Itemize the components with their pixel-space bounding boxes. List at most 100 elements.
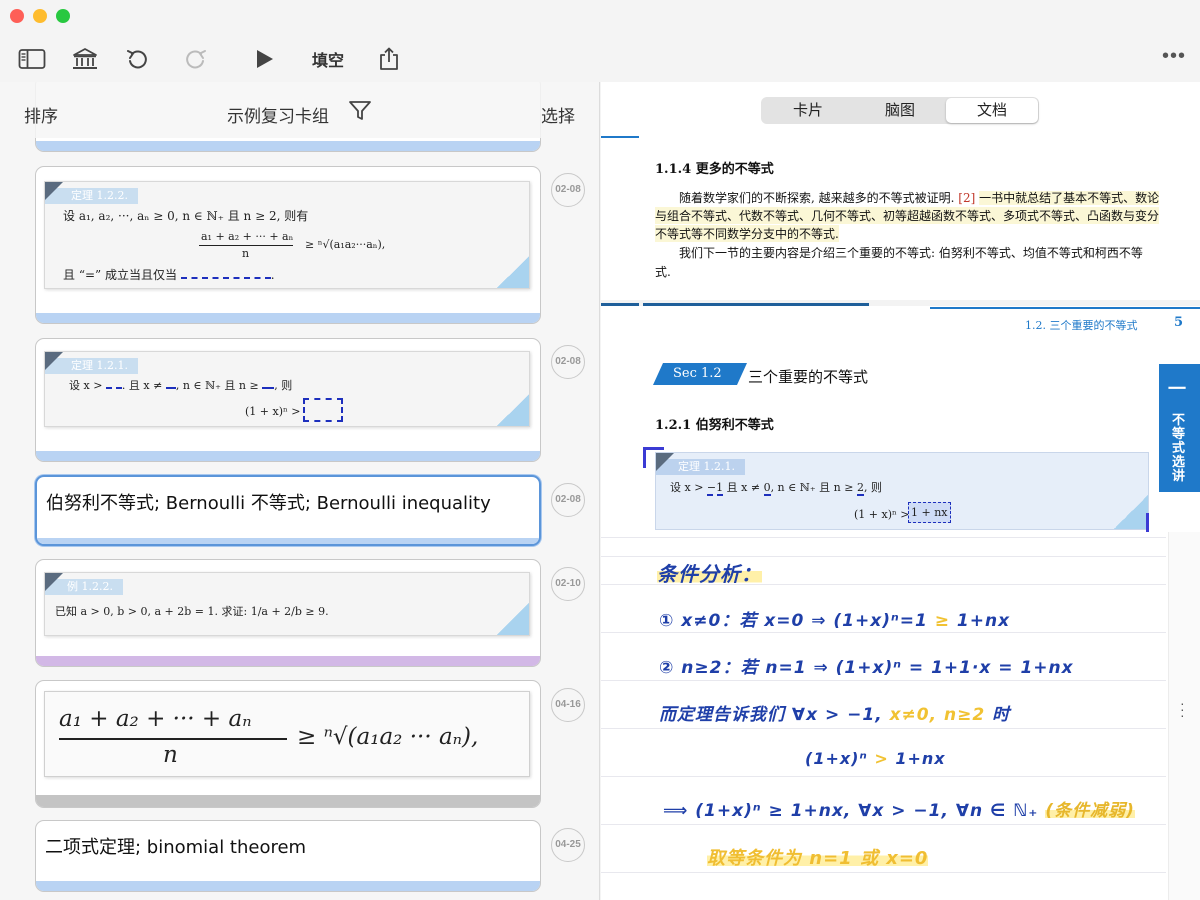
tab-cards[interactable]: 卡片 — [762, 98, 854, 123]
doc-theorem-box[interactable]: 定理 1.2.1. 设 x > −1 且 x ≠ 0, n ∈ ℕ₊ 且 n ≥… — [655, 452, 1149, 530]
filter-icon[interactable] — [348, 100, 372, 127]
formula-rhs: ≥ ⁿ√(a₁a₂ ··· aₙ), — [297, 724, 479, 750]
theorem-condition: 且 “=” 成立当且仅当 . — [63, 268, 275, 282]
theorem-text: 设 x > . 且 x ≠ , n ∈ ℕ₊ 且 n ≥ , 则 — [69, 379, 293, 392]
card-image: 定理 1.2.2. 设 a₁, a₂, ···, aₙ ≥ 0, n ∈ ℕ₊ … — [44, 181, 530, 289]
note-ruling — [601, 872, 1166, 873]
tab-mindmap[interactable]: 脑图 — [854, 98, 946, 123]
page-number: 5 — [1174, 315, 1184, 330]
theorem-text: 设 a₁, a₂, ···, aₙ ≥ 0, n ∈ ℕ₊ 且 n ≥ 2, 则… — [63, 209, 309, 223]
review-date-badge: 02-08 — [551, 483, 585, 517]
note-ruling — [601, 728, 1166, 729]
list-header: 排序 示例复习卡组 选择 — [0, 82, 599, 138]
running-head: 1.2. 三个重要的不等式 — [1025, 319, 1138, 332]
minimize-window-button[interactable] — [33, 9, 47, 23]
zoom-window-button[interactable] — [56, 9, 70, 23]
page-rule — [930, 307, 1200, 309]
section-badge: Sec 1.2 — [653, 363, 747, 385]
corner-decoration — [656, 453, 674, 471]
fill-blank-button[interactable]: 填空 — [312, 47, 344, 71]
cloze-blank[interactable] — [303, 398, 343, 422]
note-line-6: 取等条件为 n=1 或 x=0 — [707, 844, 929, 870]
toolbar: 填空 ••• — [0, 0, 1200, 82]
card-amgm-formula[interactable]: a₁ + a₂ + ··· + aₙ n ≥ ⁿ√(a₁a₂ ··· aₙ), — [35, 680, 541, 808]
note-title: 条件分析： — [657, 558, 762, 587]
note-line-2: ② n≥2：若 n=1 ⇒ (1+x)ⁿ = 1+1·x = 1+nx — [659, 658, 1074, 678]
fraction-denominator: n — [242, 247, 250, 260]
selection-corner — [643, 447, 664, 450]
tab-document[interactable]: 文档 — [946, 98, 1038, 123]
page-rule — [601, 136, 639, 138]
fraction-bar — [59, 738, 287, 740]
corner-decoration — [45, 182, 63, 200]
sort-button[interactable]: 排序 — [24, 102, 58, 127]
review-date-badge: 04-16 — [551, 688, 585, 722]
theorem-formula: (1 + x)ⁿ > — [854, 508, 910, 521]
section-badge-label: Sec 1.2 — [673, 366, 722, 381]
note-line-5: ⟹ (1+x)ⁿ ≥ 1+nx, ∀x > −1, ∀n ∈ ℕ₊ (条件减弱) — [663, 801, 1135, 821]
note-ruling — [601, 556, 1166, 557]
doc-paragraph-line: 我们下一节的主要内容是介绍三个重要的不等式: 伯努利不等式、均值不等式和柯西不等 — [679, 246, 1143, 260]
card-image: 例 1.2.2. 已知 a > 0, b > 0, a + 2b = 1. 求证… — [44, 572, 530, 636]
corner-decoration — [1114, 495, 1148, 529]
theorem-text: 设 x > −1 且 x ≠ 0, n ∈ ℕ₊ 且 n ≥ 2, 则 — [670, 481, 882, 496]
doc-paragraph-line: 与组合不等式、代数不等式、几何不等式、初等超越函数不等式、多项式不等式、凸函数与… — [655, 207, 1160, 224]
app-window: 填空 ••• 排序 示例复习卡组 选择 定理 1.2.2. 设 a₁, a₂, … — [0, 0, 1200, 900]
doc-paragraph-line: 式. — [655, 265, 671, 279]
play-icon[interactable] — [252, 44, 276, 74]
chapter-side-tab-label: 不等式选讲 — [1172, 413, 1186, 484]
handwritten-notes: 条件分析： ① x≠0：若 x=0 ⇒ (1+x)ⁿ=1 ≥ 1+nx ② n≥… — [601, 532, 1200, 900]
card-theorem-1-2-1[interactable]: 定理 1.2.1. 设 x > . 且 x ≠ , n ∈ ℕ₊ 且 n ≥ ,… — [35, 338, 541, 462]
theorem-formula: (1 + x)ⁿ > — [245, 405, 301, 418]
note-line-4: (1+x)ⁿ > 1+nx — [805, 749, 946, 768]
view-mode-segmented-control: 卡片 脑图 文档 — [761, 97, 1039, 124]
card-list-pane: 排序 示例复习卡组 选择 定理 1.2.2. 设 a₁, a₂, ···, aₙ… — [0, 82, 600, 900]
fraction-bar — [199, 245, 293, 246]
more-options-icon[interactable]: ••• — [1162, 45, 1186, 68]
card-image: a₁ + a₂ + ··· + aₙ n ≥ ⁿ√(a₁a₂ ··· aₙ), — [44, 691, 530, 777]
corner-decoration — [497, 603, 529, 635]
example-text: 已知 a > 0, b > 0, a + 2b = 1. 求证: 1/a + 2… — [55, 605, 329, 618]
page-rule — [601, 303, 639, 306]
card-text: 二项式定理; binomial theorem — [45, 837, 307, 858]
close-window-button[interactable] — [10, 9, 24, 23]
card-binomial[interactable]: 二项式定理; binomial theorem — [35, 820, 541, 892]
corner-decoration — [497, 256, 529, 288]
note-ruling — [601, 776, 1166, 777]
note-ruling — [601, 680, 1166, 681]
document-pane: 卡片 脑图 文档 1.1.4 更多的不等式 随着数学家们的不断探索, 越来越多的… — [601, 82, 1200, 900]
cloze-answer[interactable]: 1 + nx — [908, 502, 951, 523]
section-heading-1-1-4: 1.1.4 更多的不等式 — [655, 162, 774, 177]
corner-decoration — [497, 394, 529, 426]
page-rule — [643, 303, 869, 306]
card-bernoulli[interactable]: 伯努利不等式; Bernoulli 不等式; Bernoulli inequal… — [35, 475, 541, 546]
card-image: 定理 1.2.1. 设 x > . 且 x ≠ , n ∈ ℕ₊ 且 n ≥ ,… — [44, 351, 530, 427]
card-text: 伯努利不等式; Bernoulli 不等式; Bernoulli inequal… — [46, 493, 491, 514]
undo-icon[interactable] — [125, 44, 149, 74]
note-line-1: ① x≠0：若 x=0 ⇒ (1+x)ⁿ=1 ≥ 1+nx — [659, 611, 1011, 631]
fraction-numerator: a₁ + a₂ + ··· + aₙ — [201, 230, 294, 243]
doc-paragraph: 随着数学家们的不断探索, 越来越多的不等式被证明. [2] 一书中就总结了基本不… — [679, 191, 1160, 205]
deck-title: 示例复习卡组 — [227, 107, 329, 127]
note-ruling — [601, 632, 1166, 633]
doc-paragraph-line: 不等式等不同数学分支中的不等式. — [655, 225, 839, 242]
selection-corner — [643, 447, 646, 468]
note-ruling — [601, 537, 1166, 538]
section-title: 三个重要的不等式 — [748, 368, 869, 386]
formula-numerator: a₁ + a₂ + ··· + aₙ — [59, 706, 252, 732]
review-date-badge: 02-08 — [551, 173, 585, 207]
redo-icon[interactable] — [184, 44, 208, 74]
selection-corner — [1146, 513, 1149, 532]
sidebar-toggle-icon[interactable] — [17, 44, 47, 74]
share-icon[interactable] — [377, 44, 401, 74]
chapter-side-tab-number: 一 — [1168, 379, 1186, 399]
drag-handle-icon[interactable]: · · · — [1180, 696, 1185, 722]
card-theorem-1-2-2[interactable]: 定理 1.2.2. 设 a₁, a₂, ···, aₙ ≥ 0, n ∈ ℕ₊ … — [35, 166, 541, 324]
card-example-1-2-2[interactable]: 例 1.2.2. 已知 a > 0, b > 0, a + 2b = 1. 求证… — [35, 559, 541, 667]
note-ruling — [601, 824, 1166, 825]
formula-denominator: n — [163, 742, 178, 768]
subsection-heading: 1.2.1 伯努利不等式 — [655, 418, 774, 433]
library-icon[interactable] — [72, 44, 98, 74]
review-date-badge: 04-25 — [551, 828, 585, 862]
select-button[interactable]: 选择 — [541, 102, 575, 127]
